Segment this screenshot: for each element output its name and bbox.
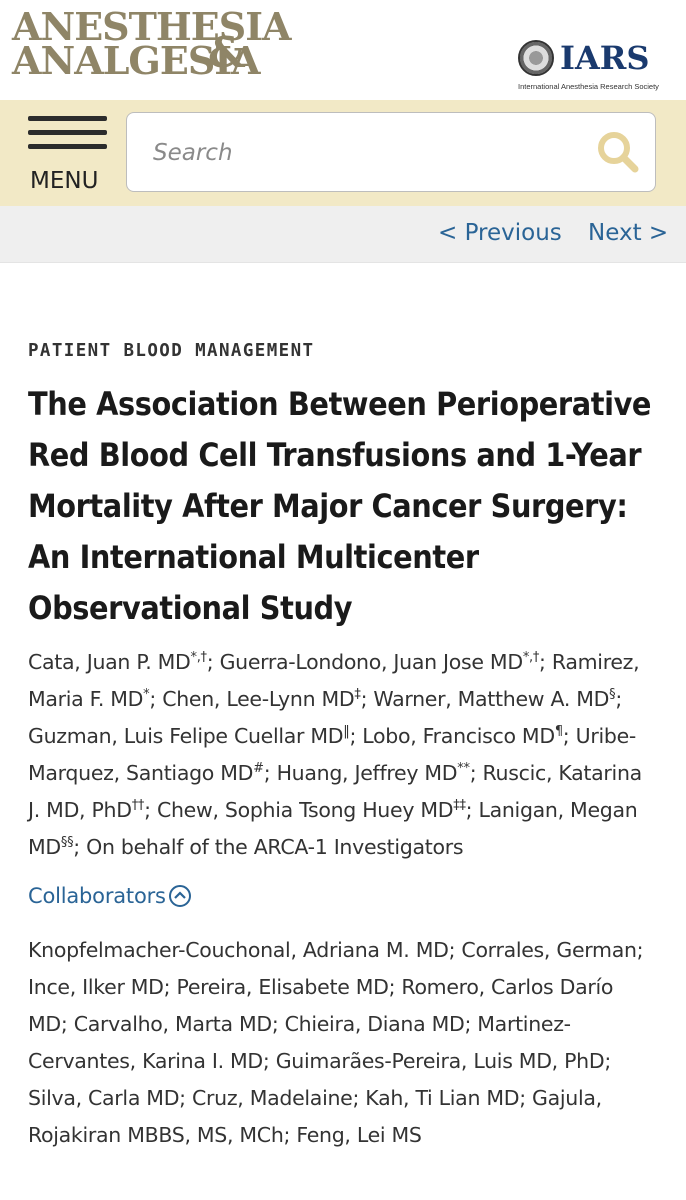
affiliation-mark: ‡‡	[453, 798, 466, 814]
collaborators-toggle[interactable]: Collaborators	[28, 884, 192, 908]
next-link[interactable]: Next >	[588, 220, 668, 246]
author-name[interactable]: Guzman, Luis Felipe Cuellar MD	[28, 724, 344, 748]
article-content: PATIENT BLOOD MANAGEMENT The Association…	[0, 341, 686, 1154]
iars-full-name: International Anesthesia Research Societ…	[518, 82, 659, 91]
hamburger-line	[28, 144, 107, 149]
affiliation-mark: *	[143, 687, 150, 703]
author-name[interactable]: Lobo, Francisco MD	[362, 724, 555, 748]
logo-ampersand: &	[208, 28, 246, 77]
author-name[interactable]: Chew, Sophia Tsong Huey MD	[157, 798, 454, 822]
affiliation-mark: ‖	[343, 724, 350, 740]
collaborators-list: Knopfelmacher-Couchonal, Adriana M. MD; …	[28, 938, 644, 1147]
section-label: PATIENT BLOOD MANAGEMENT	[28, 341, 315, 361]
journal-logo[interactable]: ANESTHESIA ANALGESIA &	[12, 8, 291, 83]
previous-link[interactable]: < Previous	[438, 220, 562, 246]
author-list: Cata, Juan P. MD*,†; Guerra-Londono, Jua…	[28, 650, 642, 859]
site-header: ANESTHESIA ANALGESIA & IARS Internationa…	[0, 0, 686, 100]
iars-abbr: IARS	[560, 39, 650, 77]
affiliation-mark: #	[253, 761, 264, 777]
affiliation-mark: *,†	[190, 650, 208, 666]
menu-search-bar: MENU	[0, 100, 686, 206]
affiliation-mark: ¶	[554, 724, 563, 740]
affiliation-mark: §§	[60, 835, 74, 851]
iars-seal-icon	[518, 40, 554, 76]
menu-button[interactable]: MENU	[28, 116, 108, 196]
affiliation-mark: ‡	[354, 687, 361, 703]
article-title: The Association Between Perioperative Re…	[28, 385, 652, 627]
hamburger-line	[28, 116, 107, 121]
affiliation-mark: *,†	[522, 650, 540, 666]
affiliation-mark: §	[609, 687, 616, 703]
menu-label: MENU	[30, 168, 99, 194]
author-name[interactable]: Guerra-Londono, Juan Jose MD	[220, 650, 524, 674]
affiliation-mark: ††	[131, 798, 145, 814]
chevron-up-icon	[168, 885, 191, 907]
hamburger-line	[28, 130, 107, 135]
author-name[interactable]: Warner, Matthew A. MD	[373, 687, 609, 711]
search-input[interactable]	[151, 133, 575, 173]
logo-line-2: ANALGESIA	[12, 38, 261, 83]
author-group: On behalf of the ARCA-1 Investigators	[86, 835, 464, 859]
affiliation-mark: **	[457, 761, 470, 777]
article-nav: < Previous Next >	[0, 206, 686, 263]
author-name[interactable]: Cata, Juan P. MD	[28, 650, 191, 674]
author-name[interactable]: Chen, Lee-Lynn MD	[162, 687, 354, 711]
author-name[interactable]: Huang, Jeffrey MD	[277, 761, 458, 785]
collaborators-label: Collaborators	[28, 884, 166, 908]
iars-logo[interactable]: IARS International Anesthesia Research S…	[518, 40, 668, 96]
search-box	[126, 112, 656, 192]
search-icon[interactable]	[595, 129, 641, 175]
